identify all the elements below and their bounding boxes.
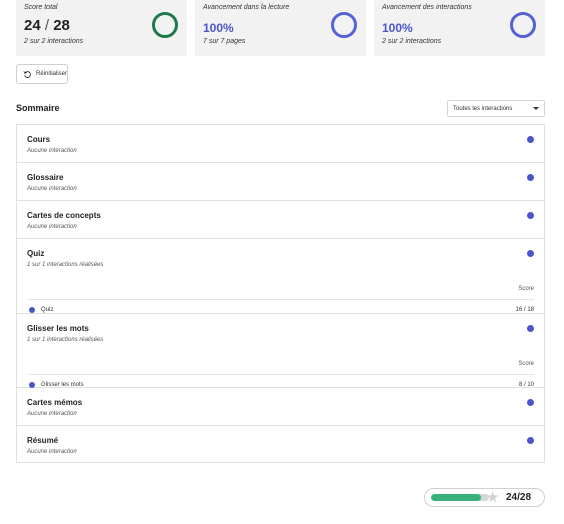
interaction-progress-card: Avancement des interactions 100% 2 sur 2… <box>374 0 545 56</box>
score-max: 28 <box>53 17 70 34</box>
reading-progress-card: Avancement dans la lecture 100% 7 sur 7 … <box>195 0 366 56</box>
score-column-label: Score <box>518 361 534 367</box>
section-item-glisser-les-mots[interactable]: Glisser les mots 1 sur 1 interactions ré… <box>17 314 544 388</box>
card-subtitle: 2 sur 2 interactions <box>382 38 442 45</box>
section-subtitle: Aucune interaction <box>27 224 77 230</box>
section-subtitle: Aucune interaction <box>27 186 77 192</box>
reset-button[interactable]: Réinitialiser <box>16 64 68 84</box>
interaction-filter-select[interactable]: Toutes les interactions <box>447 100 545 117</box>
status-dot-icon <box>527 437 534 444</box>
section-item-cours[interactable]: Cours Aucune interaction <box>17 125 544 163</box>
section-subtitle: 1 sur 1 interactions réalisées <box>27 337 104 343</box>
card-title: Avancement des interactions <box>382 4 472 11</box>
reset-label: Réinitialiser <box>35 71 67 77</box>
summary-title: Sommaire <box>16 103 60 113</box>
section-subtitle: 1 sur 1 interactions réalisées <box>27 262 104 268</box>
section-title: Cours <box>27 135 51 144</box>
section-title: Glossaire <box>27 173 64 182</box>
score-progress-pill: ★ 24/28 <box>424 488 545 507</box>
star-icon: ★ <box>486 489 500 506</box>
card-title: Avancement dans la lecture <box>203 4 290 11</box>
total-score-card: Score total 24 / 28 2 sur 2 interactions <box>16 0 187 56</box>
card-value: 100% <box>203 21 234 35</box>
score-text: 24/28 <box>506 492 532 503</box>
chevron-down-icon <box>533 107 539 110</box>
status-dot-icon <box>527 250 534 257</box>
score-ring-icon <box>152 12 178 38</box>
status-dot-icon <box>527 325 534 332</box>
status-dot-icon <box>29 307 35 313</box>
score-separator: / <box>44 17 50 34</box>
interaction-score: 16 / 18 <box>515 307 534 313</box>
section-title: Cartes de concepts <box>27 211 101 220</box>
score-column-label: Score <box>518 286 534 292</box>
card-value: 24 / 28 <box>24 17 70 34</box>
status-dot-icon <box>527 212 534 219</box>
section-title: Quiz <box>27 249 45 258</box>
section-item-cartes-de-concepts[interactable]: Cartes de concepts Aucune interaction <box>17 201 544 239</box>
reset-icon <box>23 70 31 78</box>
score-progress-fill <box>431 494 481 501</box>
section-item-quiz[interactable]: Quiz 1 sur 1 interactions réalisées Scor… <box>17 239 544 314</box>
progress-ring-icon <box>331 12 357 38</box>
section-subtitle: Aucune interaction <box>27 148 77 154</box>
interaction-label: Quiz <box>41 307 54 313</box>
section-item-cartes-memos[interactable]: Cartes mémos Aucune interaction <box>17 388 544 426</box>
section-title: Cartes mémos <box>27 398 83 407</box>
status-dot-icon <box>527 399 534 406</box>
section-subtitle: Aucune interaction <box>27 411 77 417</box>
score-obtained: 24 <box>24 17 41 34</box>
card-subtitle: 7 sur 7 pages <box>203 38 246 45</box>
status-dot-icon <box>527 174 534 181</box>
section-title: Glisser les mots <box>27 324 89 333</box>
section-item-resume[interactable]: Résumé Aucune interaction <box>17 426 544 462</box>
status-dot-icon <box>527 136 534 143</box>
section-item-glossaire[interactable]: Glossaire Aucune interaction <box>17 163 544 201</box>
card-title: Score total <box>24 4 58 11</box>
summary-list: Cours Aucune interaction Glossaire Aucun… <box>16 124 545 463</box>
section-subtitle: Aucune interaction <box>27 449 77 455</box>
filter-value: Toutes les interactions <box>453 105 513 112</box>
stats-cards: Score total 24 / 28 2 sur 2 interactions… <box>16 0 545 56</box>
score-progress-bar <box>431 494 489 501</box>
card-subtitle: 2 sur 2 interactions <box>24 38 84 45</box>
card-value: 100% <box>382 21 413 35</box>
section-title: Résumé <box>27 436 59 445</box>
progress-ring-icon <box>510 12 536 38</box>
